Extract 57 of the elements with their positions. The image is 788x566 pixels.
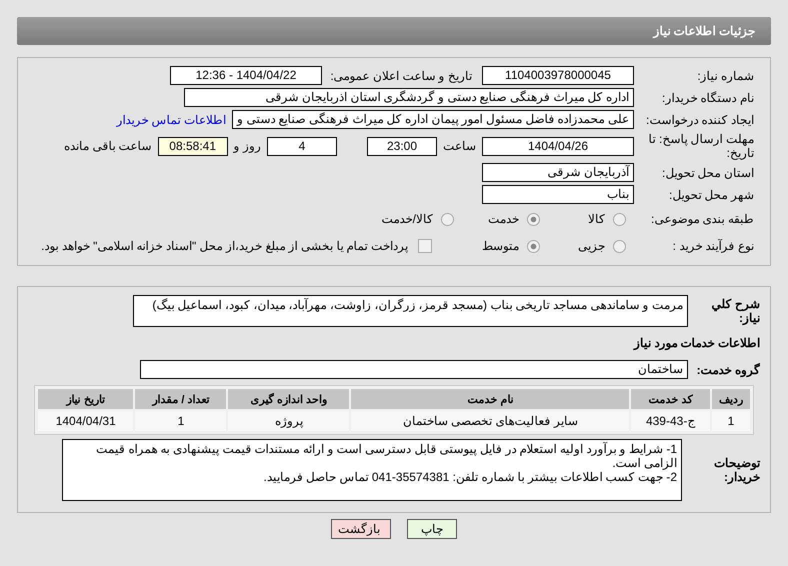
remaining-label: ساعت باقی مانده xyxy=(62,139,153,153)
description-textarea[interactable]: مرمت و ساماندهی مساجد تاریخی بناب (مسجد قرمز، زرگران، زاوشت، مهرآباد، میدان، کبود، اسماعیل بیگ) xyxy=(133,295,688,327)
field-label: استان محل تحویل: xyxy=(660,166,755,180)
radio-label: کالا/خدمت xyxy=(382,212,433,226)
deadline-date-field: 1404/04/26 xyxy=(482,136,634,156)
field-label: طبقه بندی موضوعی: xyxy=(650,212,755,226)
radio-label: متوسط xyxy=(482,239,519,253)
field-label: گروه خدمت: xyxy=(696,362,761,376)
section-heading: اطلاعات خدمات مورد نیاز xyxy=(632,335,761,352)
deadline-time-field: 23:00 xyxy=(367,136,437,156)
radio-label: خدمت xyxy=(488,212,519,226)
field-label: نوع فرآیند خرید : xyxy=(672,239,755,253)
requester-field: علی محمدزاده فاضل مسئول امور پیمان اداره کل میراث فرهنگی صنایع دستی و xyxy=(232,110,634,129)
payment-note: پرداخت تمام یا بخشی از مبلغ خرید،از محل "اسناد خزانه اسلامی" خواهد بود. xyxy=(41,239,408,253)
table-cell: 1404/04/31 xyxy=(38,411,134,431)
radio-label: جزیی xyxy=(578,239,605,253)
table-cell: ج-43-439 xyxy=(631,411,710,431)
table-cell: سایر فعالیت‌های تخصصی ساختمان xyxy=(351,411,630,431)
city-field: بناب xyxy=(482,185,634,204)
radio-button[interactable] xyxy=(527,212,540,226)
service-group-field: ساختمان xyxy=(140,360,688,379)
field-label: ایجاد کننده درخواست: xyxy=(644,112,755,126)
announce-date-field: 1404/04/22 - 12:36 xyxy=(170,66,322,85)
page-title: جزئیات اطلاعات نیاز xyxy=(653,24,755,38)
checkbox[interactable] xyxy=(418,239,432,253)
days-field: 4 xyxy=(267,136,337,156)
field-label: نام دستگاه خریدار: xyxy=(660,90,755,104)
field-label: شماره نیاز: xyxy=(696,68,755,82)
days-label: روز و xyxy=(232,139,262,153)
remaining-time-field: 08:58:41 xyxy=(158,136,228,156)
column-header: ردیف xyxy=(712,389,750,409)
table-cell: پروژه xyxy=(228,411,350,431)
radio-label: کالا xyxy=(588,212,605,226)
column-header: تاریخ نیاز xyxy=(38,389,134,409)
radio-button[interactable] xyxy=(613,240,626,252)
field-label: شرح کلي نياز: xyxy=(710,297,761,325)
need-number-field: 1104003978000045 xyxy=(482,66,634,85)
table-cell: 1 xyxy=(712,411,750,431)
column-header: واحد اندازه گیری xyxy=(228,389,350,409)
back-button[interactable]: بازگشت xyxy=(331,519,391,539)
field-label: تاریخ و ساعت اعلان عمومی: xyxy=(329,68,473,82)
buyer-contact-link[interactable]: اطلاعات تماس خریدار xyxy=(116,112,232,126)
radio-button[interactable] xyxy=(441,212,454,226)
table-cell: 1 xyxy=(135,411,226,431)
buyer-field: اداره کل میراث فرهنگی صنایع دستی و گردشگری استان اذربایجان شرقی xyxy=(184,88,634,107)
print-button[interactable]: چاپ xyxy=(407,519,457,539)
field-label: توضیحات خریدار: xyxy=(713,456,762,484)
column-header: تعداد / مقدار xyxy=(135,389,226,409)
radio-button[interactable] xyxy=(527,240,540,252)
column-header: نام خدمت xyxy=(351,389,630,409)
province-field: آذربایجان شرقی xyxy=(482,163,634,182)
field-label: مهلت ارسال پاسخ: تا تاریخ: xyxy=(648,132,755,160)
time-label: ساعت xyxy=(442,139,477,153)
notes-textarea[interactable]: 1- شرایط و برآورد اولیه استعلام در فایل پیوستی قابل دسترسی است و ارائه مستندات قیمت پیشنهادی به همراه قیمت الزامی است. 2- جهت کسب اطلاعات بیشتر با شماره تلفن: 35574381-041 تماس حاصل فرمایید. xyxy=(62,439,682,501)
column-header: کد خدمت xyxy=(631,389,710,409)
radio-button[interactable] xyxy=(613,212,626,226)
field-label: شهر محل تحویل: xyxy=(668,188,755,202)
